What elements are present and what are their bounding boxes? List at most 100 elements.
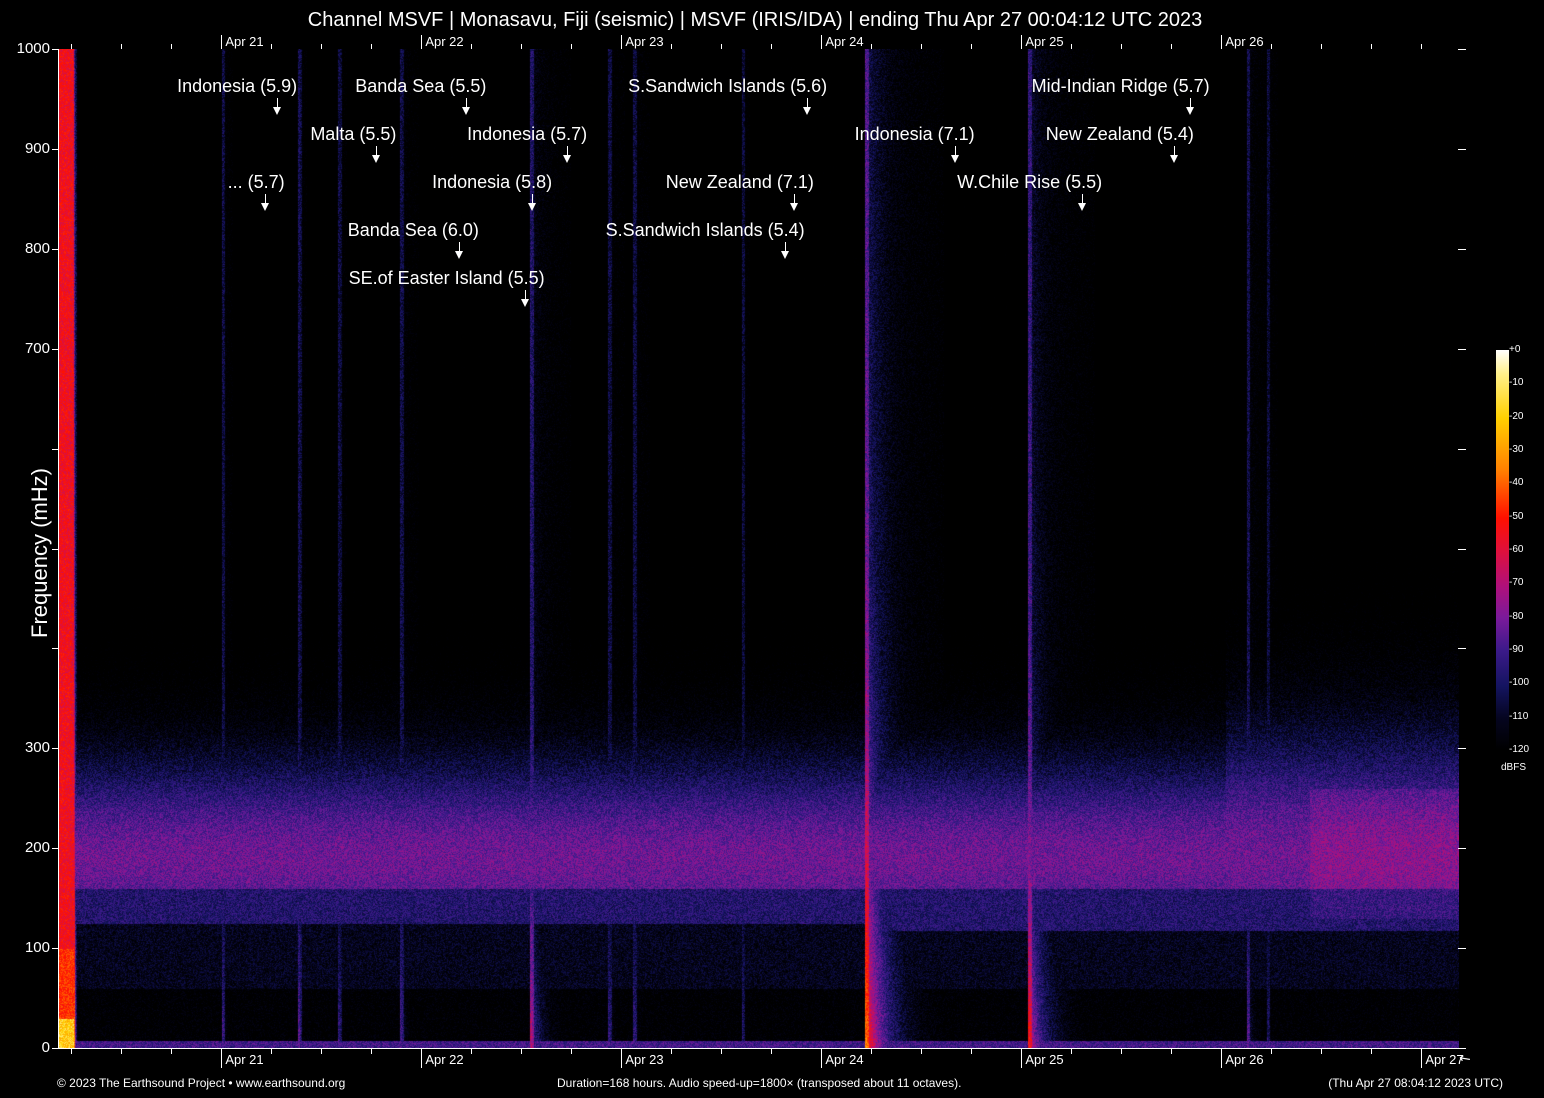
y-tick-mark-left xyxy=(52,249,58,250)
y-tick-mark-right xyxy=(1458,748,1466,749)
y-tick-mark-right xyxy=(1458,549,1466,550)
y-tick-label: 100 xyxy=(10,939,50,956)
event-arrowhead-icon xyxy=(455,251,463,259)
y-tick-label: 300 xyxy=(10,739,50,756)
event-label: Malta (5.5) xyxy=(310,124,396,145)
x-tick-label-bottom: Apr 23 xyxy=(625,1052,663,1067)
footer-copyright: © 2023 The Earthsound Project • www.eart… xyxy=(57,1076,345,1090)
x-major-tick xyxy=(1221,1048,1222,1068)
y-tick-mark-right xyxy=(1458,948,1466,949)
colorbar-tick-label: -10 xyxy=(1509,377,1523,388)
x-minor-tick xyxy=(1371,1048,1372,1054)
event-label: S.Sandwich Islands (5.4) xyxy=(606,220,805,241)
event-label: New Zealand (5.4) xyxy=(1046,124,1194,145)
event-label: Banda Sea (6.0) xyxy=(348,220,479,241)
x-major-tick xyxy=(821,1048,822,1068)
colorbar-tick-label: -90 xyxy=(1509,644,1523,655)
event-label: Indonesia (7.1) xyxy=(855,124,975,145)
y-tick-label: 700 xyxy=(10,340,50,357)
x-minor-tick-top xyxy=(721,44,722,49)
x-tick-label-top: Apr 26 xyxy=(1225,34,1263,49)
y-tick-mark-left xyxy=(52,848,58,849)
y-tick-label: 800 xyxy=(10,240,50,257)
x-minor-tick xyxy=(521,1048,522,1054)
y-tick-mark-left xyxy=(52,549,58,550)
x-minor-tick xyxy=(871,1048,872,1054)
colorbar-tick-label: -70 xyxy=(1509,577,1523,588)
event-label: Banda Sea (5.5) xyxy=(355,76,486,97)
event-arrowhead-icon xyxy=(372,155,380,163)
x-minor-tick-top xyxy=(871,44,872,49)
event-arrowhead-icon xyxy=(803,107,811,115)
x-minor-tick-top xyxy=(1171,44,1172,49)
y-tick-mark-left xyxy=(52,1048,58,1049)
event-arrowhead-icon xyxy=(1078,203,1086,211)
event-arrowhead-icon xyxy=(528,203,536,211)
x-minor-tick xyxy=(971,1048,972,1054)
y-tick-mark-left xyxy=(52,349,58,350)
x-minor-tick xyxy=(121,1048,122,1054)
x-minor-tick-top xyxy=(671,44,672,49)
x-major-tick-top xyxy=(1021,35,1022,49)
event-arrowhead-icon xyxy=(261,203,269,211)
x-minor-tick-top xyxy=(971,44,972,49)
x-minor-tick-top xyxy=(571,44,572,49)
x-major-tick xyxy=(621,1048,622,1068)
event-arrowhead-icon xyxy=(951,155,959,163)
event-label: Indonesia (5.7) xyxy=(467,124,587,145)
colorbar-tick-label: -80 xyxy=(1509,611,1523,622)
x-minor-tick xyxy=(1071,1048,1072,1054)
x-minor-tick xyxy=(1271,1048,1272,1054)
x-tick-label-bottom: Apr 22 xyxy=(425,1052,463,1067)
x-minor-tick-top xyxy=(1421,44,1422,49)
x-minor-tick xyxy=(271,1048,272,1054)
x-minor-tick-top xyxy=(171,44,172,49)
y-tick-label: 900 xyxy=(10,140,50,157)
y-tick-mark-left xyxy=(52,449,58,450)
colorbar xyxy=(1496,350,1509,750)
x-minor-tick-top xyxy=(521,44,522,49)
colorbar-tick-label: -30 xyxy=(1509,444,1523,455)
x-major-tick-top xyxy=(221,35,222,49)
x-minor-tick-top xyxy=(1321,44,1322,49)
x-minor-tick xyxy=(371,1048,372,1054)
y-tick-mark-right xyxy=(1458,349,1466,350)
event-arrowhead-icon xyxy=(1186,107,1194,115)
event-label: Mid-Indian Ridge (5.7) xyxy=(1032,76,1210,97)
event-arrowhead-icon xyxy=(462,107,470,115)
x-minor-tick xyxy=(921,1048,922,1054)
x-minor-tick-top xyxy=(321,44,322,49)
colorbar-tick-label: -100 xyxy=(1509,677,1529,688)
x-tick-label-top: Apr 23 xyxy=(625,34,663,49)
x-tick-label-top: Apr 25 xyxy=(1025,34,1063,49)
x-minor-tick-top xyxy=(921,44,922,49)
x-tick-label-bottom: Apr 24 xyxy=(825,1052,863,1067)
event-arrowhead-icon xyxy=(273,107,281,115)
x-major-tick-top xyxy=(1221,35,1222,49)
y-tick-label: 200 xyxy=(10,839,50,856)
x-minor-tick-top xyxy=(371,44,372,49)
x-tick-label-top: Apr 22 xyxy=(425,34,463,49)
colorbar-tick-label: -40 xyxy=(1509,477,1523,488)
footer-info: Duration=168 hours. Audio speed-up=1800×… xyxy=(557,1076,961,1090)
x-tick-label-bottom: Apr 25 xyxy=(1025,1052,1063,1067)
y-tick-label: 1000 xyxy=(10,40,50,57)
spectrogram-plot xyxy=(58,49,1458,1049)
x-major-tick xyxy=(221,1048,222,1068)
x-minor-tick-top xyxy=(71,44,72,49)
x-minor-tick-top xyxy=(271,44,272,49)
x-major-tick xyxy=(421,1048,422,1068)
event-label: S.Sandwich Islands (5.6) xyxy=(628,76,827,97)
x-major-tick xyxy=(1021,1048,1022,1068)
y-tick-mark-right xyxy=(1458,249,1466,250)
x-major-tick xyxy=(1421,1048,1422,1068)
x-tick-label-bottom: Apr 26 xyxy=(1225,1052,1263,1067)
x-tick-label-top: Apr 24 xyxy=(825,34,863,49)
event-label: W.Chile Rise (5.5) xyxy=(957,172,1102,193)
footer-timestamp: (Thu Apr 27 08:04:12 2023 UTC) xyxy=(1328,1076,1503,1090)
event-label: SE.of Easter Island (5.5) xyxy=(349,268,545,289)
x-minor-tick-top xyxy=(1371,44,1372,49)
event-arrowhead-icon xyxy=(1170,155,1178,163)
event-arrowhead-icon xyxy=(521,299,529,307)
x-minor-tick-top xyxy=(121,44,122,49)
